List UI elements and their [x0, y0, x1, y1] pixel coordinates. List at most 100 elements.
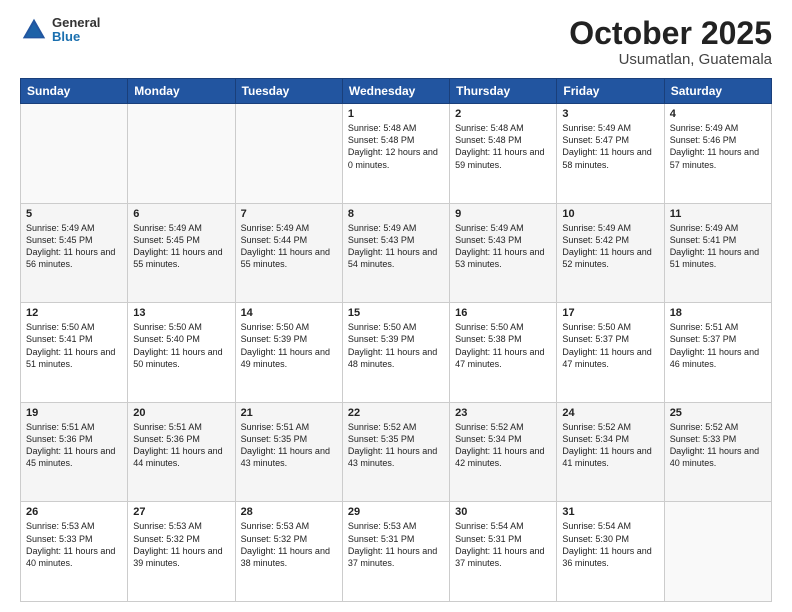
day-number: 22 — [348, 407, 444, 419]
calendar: SundayMondayTuesdayWednesdayThursdayFrid… — [20, 78, 772, 602]
month-title: October 2025 — [569, 16, 772, 51]
day-number: 17 — [562, 307, 658, 319]
weekday-header-row: SundayMondayTuesdayWednesdayThursdayFrid… — [21, 79, 772, 104]
header: General Blue October 2025 Usumatlan, Gua… — [20, 16, 772, 68]
cell-info: Sunrise: 5:48 AM Sunset: 5:48 PM Dayligh… — [455, 122, 551, 171]
calendar-cell: 4 Sunrise: 5:49 AM Sunset: 5:46 PM Daylig… — [664, 104, 771, 204]
logo: General Blue — [20, 16, 100, 45]
cell-info: Sunrise: 5:49 AM Sunset: 5:45 PM Dayligh… — [133, 222, 229, 271]
calendar-cell: 6 Sunrise: 5:49 AM Sunset: 5:45 PM Daylig… — [128, 203, 235, 303]
calendar-cell: 12 Sunrise: 5:50 AM Sunset: 5:41 PM Dayli… — [21, 303, 128, 403]
cell-info: Sunrise: 5:52 AM Sunset: 5:35 PM Dayligh… — [348, 421, 444, 470]
day-number: 24 — [562, 407, 658, 419]
cell-info: Sunrise: 5:50 AM Sunset: 5:40 PM Dayligh… — [133, 321, 229, 370]
calendar-cell: 18Sunrise: 5:51 AM Sunset: 5:37 PM Dayli… — [664, 303, 771, 403]
cell-info: Sunrise: 5:52 AM Sunset: 5:34 PM Dayligh… — [455, 421, 551, 470]
calendar-cell: 8 Sunrise: 5:49 AM Sunset: 5:43 PM Daylig… — [342, 203, 449, 303]
day-number: 26 — [26, 506, 122, 518]
calendar-cell: 5 Sunrise: 5:49 AM Sunset: 5:45 PM Daylig… — [21, 203, 128, 303]
day-number: 21 — [241, 407, 337, 419]
calendar-week-row: 1 Sunrise: 5:48 AM Sunset: 5:48 PM Daylig… — [21, 104, 772, 204]
cell-info: Sunrise: 5:48 AM Sunset: 5:48 PM Dayligh… — [348, 122, 444, 171]
calendar-cell: 2 Sunrise: 5:48 AM Sunset: 5:48 PM Daylig… — [450, 104, 557, 204]
calendar-cell: 28Sunrise: 5:53 AM Sunset: 5:32 PM Dayli… — [235, 502, 342, 602]
calendar-cell: 11 Sunrise: 5:49 AM Sunset: 5:41 PM Dayli… — [664, 203, 771, 303]
day-number: 11 — [670, 208, 766, 220]
cell-info: Sunrise: 5:49 AM Sunset: 5:47 PM Dayligh… — [562, 122, 658, 171]
day-number: 30 — [455, 506, 551, 518]
day-number: 31 — [562, 506, 658, 518]
weekday-header-thursday: Thursday — [450, 79, 557, 104]
page: General Blue October 2025 Usumatlan, Gua… — [0, 0, 792, 612]
cell-info: Sunrise: 5:50 AM Sunset: 5:37 PM Dayligh… — [562, 321, 658, 370]
calendar-cell: 19Sunrise: 5:51 AM Sunset: 5:36 PM Dayli… — [21, 402, 128, 502]
calendar-cell: 1 Sunrise: 5:48 AM Sunset: 5:48 PM Daylig… — [342, 104, 449, 204]
cell-info: Sunrise: 5:49 AM Sunset: 5:44 PM Dayligh… — [241, 222, 337, 271]
day-number: 20 — [133, 407, 229, 419]
calendar-cell: 20 Sunrise: 5:51 AM Sunset: 5:36 PM Dayli… — [128, 402, 235, 502]
cell-info: Sunrise: 5:52 AM Sunset: 5:34 PM Dayligh… — [562, 421, 658, 470]
day-number: 13 — [133, 307, 229, 319]
calendar-cell: 10 Sunrise: 5:49 AM Sunset: 5:42 PM Dayli… — [557, 203, 664, 303]
day-number: 2 — [455, 108, 551, 120]
cell-info: Sunrise: 5:51 AM Sunset: 5:37 PM Dayligh… — [670, 321, 766, 370]
day-number: 6 — [133, 208, 229, 220]
cell-info: Sunrise: 5:53 AM Sunset: 5:32 PM Dayligh… — [133, 520, 229, 569]
weekday-header-sunday: Sunday — [21, 79, 128, 104]
calendar-cell: 7Sunrise: 5:49 AM Sunset: 5:44 PM Daylig… — [235, 203, 342, 303]
calendar-cell — [664, 502, 771, 602]
day-number: 12 — [26, 307, 122, 319]
cell-info: Sunrise: 5:54 AM Sunset: 5:31 PM Dayligh… — [455, 520, 551, 569]
day-number: 1 — [348, 108, 444, 120]
day-number: 25 — [670, 407, 766, 419]
cell-info: Sunrise: 5:51 AM Sunset: 5:36 PM Dayligh… — [133, 421, 229, 470]
weekday-header-wednesday: Wednesday — [342, 79, 449, 104]
cell-info: Sunrise: 5:49 AM Sunset: 5:45 PM Dayligh… — [26, 222, 122, 271]
calendar-cell: 15Sunrise: 5:50 AM Sunset: 5:39 PM Dayli… — [342, 303, 449, 403]
cell-info: Sunrise: 5:50 AM Sunset: 5:41 PM Dayligh… — [26, 321, 122, 370]
day-number: 23 — [455, 407, 551, 419]
cell-info: Sunrise: 5:53 AM Sunset: 5:32 PM Dayligh… — [241, 520, 337, 569]
logo-blue-text: Blue — [52, 30, 100, 44]
day-number: 5 — [26, 208, 122, 220]
day-number: 8 — [348, 208, 444, 220]
day-number: 19 — [26, 407, 122, 419]
calendar-cell: 31 Sunrise: 5:54 AM Sunset: 5:30 PM Dayli… — [557, 502, 664, 602]
cell-info: Sunrise: 5:49 AM Sunset: 5:41 PM Dayligh… — [670, 222, 766, 271]
calendar-cell: 30 Sunrise: 5:54 AM Sunset: 5:31 PM Dayli… — [450, 502, 557, 602]
cell-info: Sunrise: 5:54 AM Sunset: 5:30 PM Dayligh… — [562, 520, 658, 569]
day-number: 4 — [670, 108, 766, 120]
day-number: 10 — [562, 208, 658, 220]
cell-info: Sunrise: 5:49 AM Sunset: 5:43 PM Dayligh… — [455, 222, 551, 271]
cell-info: Sunrise: 5:51 AM Sunset: 5:35 PM Dayligh… — [241, 421, 337, 470]
title-block: October 2025 Usumatlan, Guatemala — [569, 16, 772, 68]
calendar-cell: 26 Sunrise: 5:53 AM Sunset: 5:33 PM Dayli… — [21, 502, 128, 602]
cell-info: Sunrise: 5:52 AM Sunset: 5:33 PM Dayligh… — [670, 421, 766, 470]
calendar-cell: 17 Sunrise: 5:50 AM Sunset: 5:37 PM Dayli… — [557, 303, 664, 403]
cell-info: Sunrise: 5:49 AM Sunset: 5:43 PM Dayligh… — [348, 222, 444, 271]
location: Usumatlan, Guatemala — [569, 51, 772, 68]
cell-info: Sunrise: 5:50 AM Sunset: 5:38 PM Dayligh… — [455, 321, 551, 370]
logo-text: General Blue — [52, 16, 100, 45]
calendar-cell: 3 Sunrise: 5:49 AM Sunset: 5:47 PM Daylig… — [557, 104, 664, 204]
calendar-cell — [235, 104, 342, 204]
calendar-week-row: 5 Sunrise: 5:49 AM Sunset: 5:45 PM Daylig… — [21, 203, 772, 303]
calendar-week-row: 26 Sunrise: 5:53 AM Sunset: 5:33 PM Dayli… — [21, 502, 772, 602]
calendar-cell: 24 Sunrise: 5:52 AM Sunset: 5:34 PM Dayli… — [557, 402, 664, 502]
day-number: 3 — [562, 108, 658, 120]
calendar-week-row: 19 Sunrise: 5:51 AM Sunset: 5:36 PM Dayli… — [21, 402, 772, 502]
calendar-cell: 16Sunrise: 5:50 AM Sunset: 5:38 PM Dayli… — [450, 303, 557, 403]
calendar-cell: 23 Sunrise: 5:52 AM Sunset: 5:34 PM Dayli… — [450, 402, 557, 502]
calendar-cell: 27 Sunrise: 5:53 AM Sunset: 5:32 PM Dayli… — [128, 502, 235, 602]
day-number: 9 — [455, 208, 551, 220]
calendar-cell — [21, 104, 128, 204]
calendar-cell: 13 Sunrise: 5:50 AM Sunset: 5:40 PM Dayli… — [128, 303, 235, 403]
day-number: 14 — [241, 307, 337, 319]
day-number: 27 — [133, 506, 229, 518]
calendar-cell: 9 Sunrise: 5:49 AM Sunset: 5:43 PM Daylig… — [450, 203, 557, 303]
cell-info: Sunrise: 5:50 AM Sunset: 5:39 PM Dayligh… — [348, 321, 444, 370]
cell-info: Sunrise: 5:53 AM Sunset: 5:33 PM Dayligh… — [26, 520, 122, 569]
cell-info: Sunrise: 5:49 AM Sunset: 5:46 PM Dayligh… — [670, 122, 766, 171]
day-number: 29 — [348, 506, 444, 518]
cell-info: Sunrise: 5:49 AM Sunset: 5:42 PM Dayligh… — [562, 222, 658, 271]
